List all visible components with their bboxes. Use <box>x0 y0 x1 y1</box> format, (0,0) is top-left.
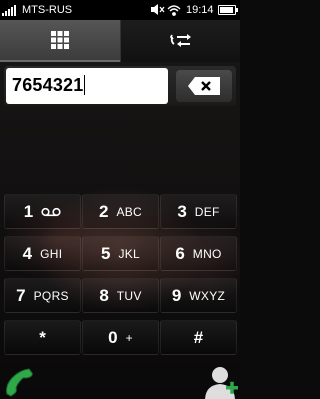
battery-icon <box>218 5 238 15</box>
backspace-button[interactable] <box>176 70 232 102</box>
key-digit: 6 <box>175 243 185 263</box>
call-log-arrows-icon <box>169 34 191 47</box>
key-3[interactable]: 3 DEF <box>160 194 237 229</box>
key-letters: WXYZ <box>189 288 226 303</box>
key-1[interactable]: 1 <box>4 194 81 229</box>
tab-call-log[interactable] <box>120 20 240 62</box>
key-7[interactable]: 7 PQRS <box>4 278 81 313</box>
key-hash[interactable]: # <box>160 320 237 355</box>
voicemail-icon <box>41 207 61 216</box>
key-digit: 8 <box>99 285 109 305</box>
backspace-icon <box>188 77 220 95</box>
key-9[interactable]: 9 WXYZ <box>160 278 237 313</box>
phone-handset-icon <box>6 368 33 397</box>
key-4[interactable]: 4 GHI <box>4 236 81 271</box>
key-0[interactable]: 0 + <box>82 320 159 355</box>
key-letters: JKL <box>118 246 141 261</box>
muted-speaker-icon <box>151 4 165 15</box>
key-letters: ABC <box>116 204 143 219</box>
key-digit: 2 <box>98 201 109 221</box>
key-letters: DEF <box>194 204 220 219</box>
key-digit: 5 <box>100 243 111 263</box>
tab-dialpad[interactable] <box>0 20 120 62</box>
key-8[interactable]: 8 TUV <box>82 278 159 313</box>
add-contact-button[interactable] <box>200 364 240 399</box>
key-digit: # <box>193 327 204 347</box>
phone-number-text: 7654321 <box>12 75 84 95</box>
key-digit: 0 <box>108 327 118 347</box>
key-letters: GHI <box>40 246 63 261</box>
key-letters: PQRS <box>33 288 69 303</box>
carrier-name: MTS-RUS <box>22 4 73 16</box>
add-contact-icon <box>205 367 238 399</box>
call-button[interactable] <box>2 364 36 398</box>
key-digit: 9 <box>171 285 182 305</box>
key-2[interactable]: 2 ABC <box>82 194 159 229</box>
text-cursor <box>84 75 86 95</box>
key-letters: MNO <box>192 246 222 261</box>
key-letters: TUV <box>116 288 142 303</box>
key-5[interactable]: 5 JKL <box>82 236 159 271</box>
key-digit: 3 <box>177 201 187 221</box>
key-6[interactable]: 6 MNO <box>160 236 237 271</box>
number-entry-bar: 7654321 <box>4 66 236 106</box>
key-star[interactable]: * <box>4 320 81 355</box>
key-letters: + <box>125 330 133 345</box>
clock-time: 19:14 <box>186 4 214 16</box>
key-digit: * <box>39 327 46 347</box>
key-digit: 7 <box>16 285 26 305</box>
dialpad-grid-icon <box>51 31 69 49</box>
wifi-icon <box>167 5 181 16</box>
signal-strength-icon <box>2 4 18 16</box>
key-digit: 1 <box>23 201 34 221</box>
phone-number-input[interactable]: 7654321 <box>6 68 168 104</box>
dialer-tabs <box>0 20 240 62</box>
key-digit: 4 <box>22 243 33 263</box>
status-bar: MTS-RUS 19:14 <box>0 0 240 20</box>
